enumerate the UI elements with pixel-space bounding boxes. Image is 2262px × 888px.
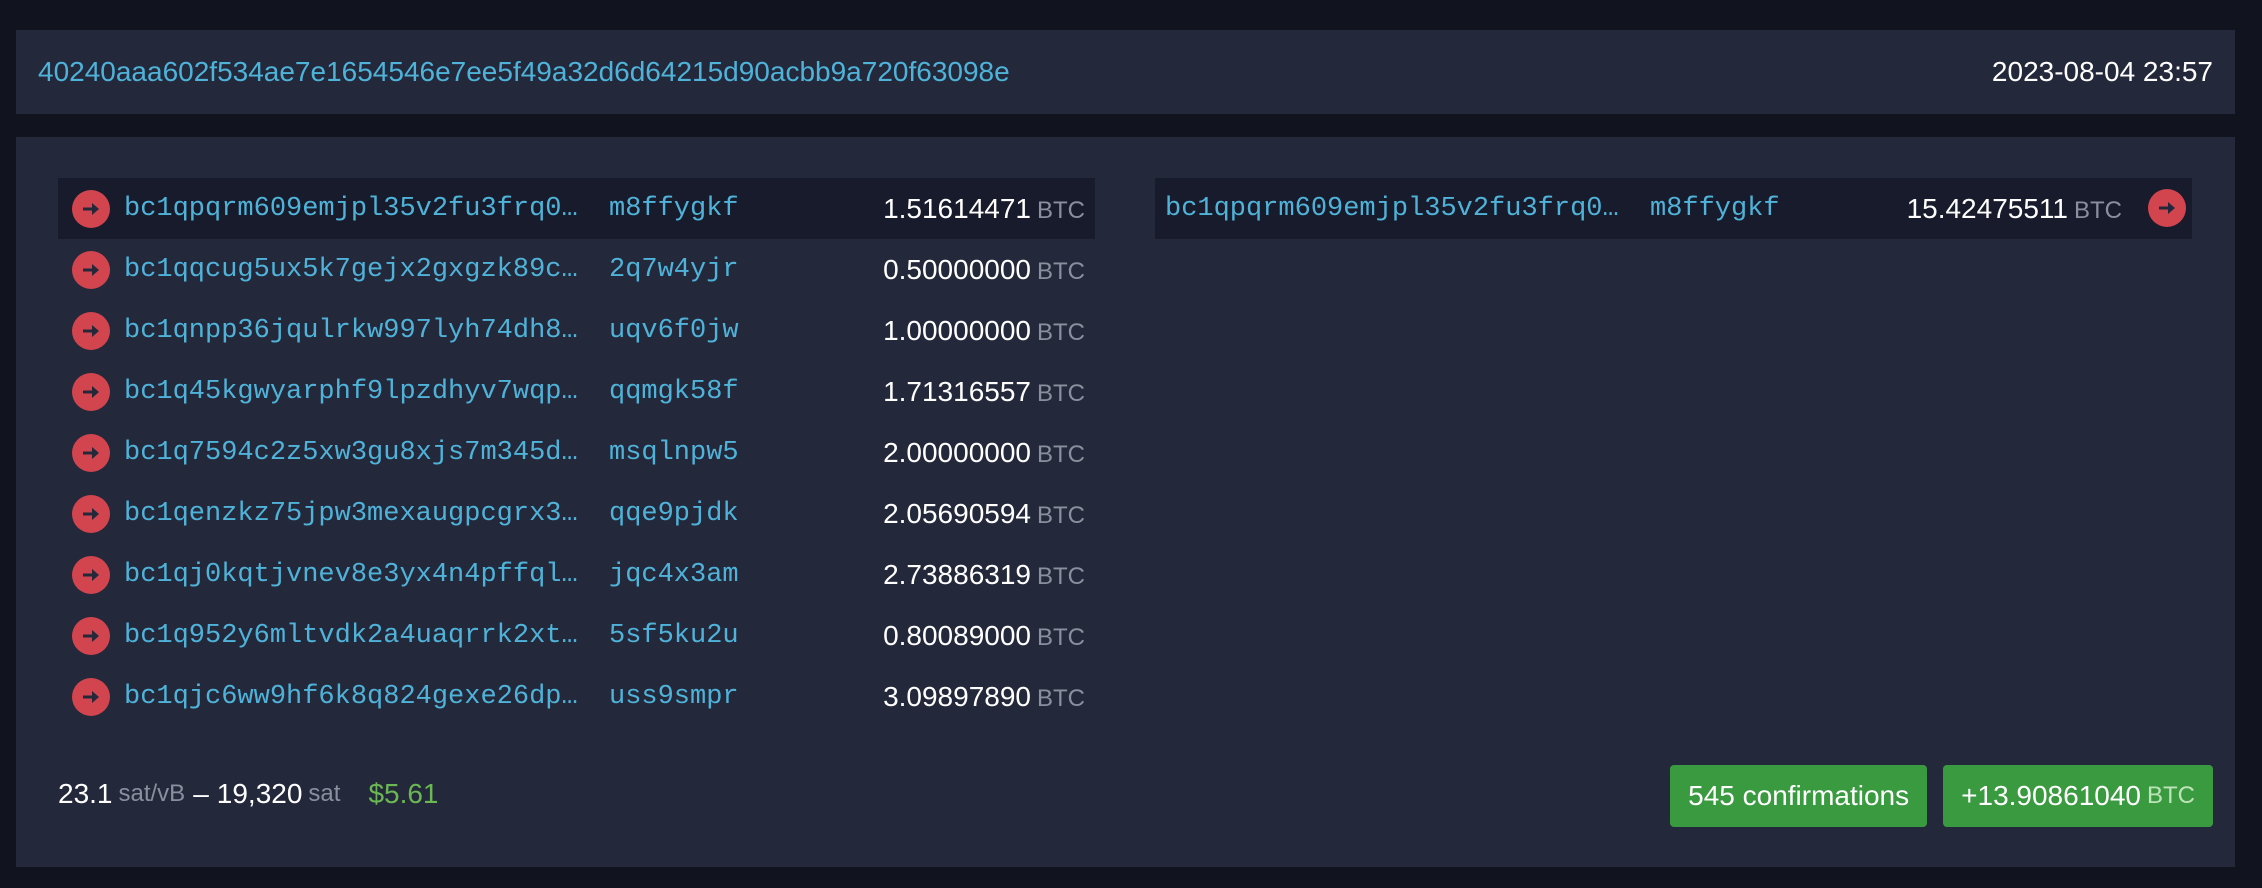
address-suffix: m8ffygkf — [1650, 193, 1780, 224]
address-link[interactable]: bc1q952y6mltvdk2a4uaqrrk2xt… 5sf5ku2u — [124, 621, 739, 651]
amount: 0.50000000 BTC — [883, 254, 1085, 286]
amount: 2.05690594 BTC — [883, 498, 1085, 530]
fee-unit: sat — [308, 780, 341, 807]
address-link[interactable]: bc1qenzkz75jpw3mexaugpcgrx3… qqe9pjdk — [124, 499, 739, 529]
address-link[interactable]: bc1qpqrm609emjpl35v2fu3frq0… m8ffygkf — [1165, 194, 1780, 224]
arrow-right-circle-icon[interactable] — [72, 555, 110, 594]
input-row: bc1q952y6mltvdk2a4uaqrrk2xt… 5sf5ku2u 0.80… — [58, 605, 1095, 666]
fee-rate: 23.1 — [58, 778, 113, 809]
net-amount-unit: BTC — [2147, 782, 2195, 809]
amount: 1.71316557 BTC — [883, 376, 1085, 408]
address-prefix: bc1qj0kqtjvnev8e3yx4n4pffql… — [124, 559, 578, 590]
arrow-right-circle-icon[interactable] — [72, 250, 110, 289]
amount-value: 3.09897890 — [883, 680, 1031, 712]
address-link[interactable]: bc1qj0kqtjvnev8e3yx4n4pffql… jqc4x3am — [124, 560, 739, 590]
outputs-list: bc1qpqrm609emjpl35v2fu3frq0… m8ffygkf 15.4… — [1155, 178, 2192, 239]
amount: 1.51614471 BTC — [883, 193, 1085, 225]
address-suffix: uss9smpr — [609, 681, 739, 712]
input-row: bc1q45kgwyarphf9lpzdhyv7wqp… qqmgk58f 1.71… — [58, 361, 1095, 422]
arrow-right-circle-icon[interactable] — [72, 372, 110, 411]
inputs-list: bc1qpqrm609emjpl35v2fu3frq0… m8ffygkf 1.51… — [58, 178, 1095, 727]
arrow-right-circle-icon[interactable] — [2148, 189, 2186, 227]
amount-unit: BTC — [1037, 562, 1085, 590]
address-prefix: bc1q952y6mltvdk2a4uaqrrk2xt… — [124, 620, 578, 651]
amount: 3.09897890 BTC — [883, 681, 1085, 713]
amount-value: 2.73886319 — [883, 558, 1031, 590]
transaction-timestamp: 2023-08-04 23:57 — [1991, 56, 2213, 87]
fee-rate-unit: sat/vB — [118, 780, 186, 807]
address-suffix: 5sf5ku2u — [609, 620, 739, 651]
arrow-right-circle-icon[interactable] — [72, 189, 110, 228]
address-prefix: bc1q7594c2z5xw3gu8xjs7m345d… — [124, 437, 578, 468]
amount-value: 1.71316557 — [883, 375, 1031, 407]
confirmations-text: 545 confirmations — [1688, 780, 1910, 811]
amount-value: 1.51614471 — [883, 192, 1031, 224]
input-row: bc1qj0kqtjvnev8e3yx4n4pffql… jqc4x3am 2.73… — [58, 544, 1095, 605]
address-suffix: msqlnpw5 — [609, 437, 739, 468]
address-link[interactable]: bc1qnpp36jqulrkw997lyh74dh8… uqv6f0jw — [124, 316, 739, 346]
amount-unit: BTC — [2074, 196, 2122, 224]
amount-value: 0.50000000 — [883, 253, 1031, 285]
arrow-right-circle-icon[interactable] — [72, 616, 110, 655]
fee-amount: 19,320 — [216, 778, 303, 809]
amount-unit: BTC — [1037, 440, 1085, 468]
address-prefix: bc1qnpp36jqulrkw997lyh74dh8… — [124, 315, 578, 346]
amount: 15.42475511 BTC — [1907, 193, 2122, 225]
amount-unit: BTC — [1037, 379, 1085, 407]
amount-unit: BTC — [1037, 623, 1085, 651]
address-suffix: 2q7w4yjr — [609, 254, 739, 285]
fee-info: 23.1 sat/vB – 19,320 sat $5.61 — [58, 763, 439, 825]
input-row: bc1qnpp36jqulrkw997lyh74dh8… uqv6f0jw 1.00… — [58, 300, 1095, 361]
amount-value: 15.42475511 — [1906, 192, 2068, 224]
amount-value: 0.80089000 — [883, 619, 1031, 651]
transaction-id-link[interactable]: 40240aaa602f534ae7e1654546e7ee5f49a32d6d… — [38, 56, 1010, 88]
arrow-right-circle-icon[interactable] — [72, 677, 110, 716]
address-prefix: bc1qpqrm609emjpl35v2fu3frq0… — [1165, 193, 1619, 224]
address-prefix: bc1qjc6ww9hf6k8q824gexe26dp… — [124, 681, 578, 712]
arrow-right-circle-icon[interactable] — [72, 433, 110, 472]
amount-unit: BTC — [1037, 257, 1085, 285]
fee-fiat-value: $5.61 — [368, 778, 439, 809]
input-row: bc1q7594c2z5xw3gu8xjs7m345d… msqlnpw5 2.00… — [58, 422, 1095, 483]
input-row: bc1qjc6ww9hf6k8q824gexe26dp… uss9smpr 3.09… — [58, 666, 1095, 727]
net-amount-badge: +13.90861040 BTC — [1943, 765, 2213, 827]
transaction-header: 40240aaa602f534ae7e1654546e7ee5f49a32d6d… — [16, 30, 2235, 114]
address-link[interactable]: bc1qjc6ww9hf6k8q824gexe26dp… uss9smpr — [124, 682, 739, 712]
arrow-right-circle-icon[interactable] — [72, 494, 110, 533]
confirmations-badge: 545 confirmations — [1670, 765, 1928, 827]
address-suffix: qqe9pjdk — [609, 498, 739, 529]
input-row: bc1qpqrm609emjpl35v2fu3frq0… m8ffygkf 1.51… — [58, 178, 1095, 239]
amount: 2.73886319 BTC — [883, 559, 1085, 591]
input-row: bc1qenzkz75jpw3mexaugpcgrx3… qqe9pjdk 2.05… — [58, 483, 1095, 544]
address-prefix: bc1qpqrm609emjpl35v2fu3frq0… — [124, 193, 578, 224]
address-link[interactable]: bc1q45kgwyarphf9lpzdhyv7wqp… qqmgk58f — [124, 377, 739, 407]
amount-unit: BTC — [1037, 501, 1085, 529]
address-prefix: bc1qenzkz75jpw3mexaugpcgrx3… — [124, 498, 578, 529]
address-link[interactable]: bc1q7594c2z5xw3gu8xjs7m345d… msqlnpw5 — [124, 438, 739, 468]
amount: 0.80089000 BTC — [883, 620, 1085, 652]
amount-value: 2.00000000 — [883, 436, 1031, 468]
amount-value: 2.05690594 — [883, 497, 1031, 529]
input-row: bc1qqcug5ux5k7gejx2gxgzk89c… 2q7w4yjr 0.50… — [58, 239, 1095, 300]
address-link[interactable]: bc1qpqrm609emjpl35v2fu3frq0… m8ffygkf — [124, 194, 739, 224]
status-badges: 545 confirmations +13.90861040 BTC — [1670, 765, 2213, 827]
address-prefix: bc1q45kgwyarphf9lpzdhyv7wqp… — [124, 376, 578, 407]
address-suffix: jqc4x3am — [609, 559, 739, 590]
address-suffix: uqv6f0jw — [609, 315, 739, 346]
net-amount-value: +13.90861040 — [1961, 780, 2141, 811]
amount: 2.00000000 BTC — [883, 437, 1085, 469]
output-row: bc1qpqrm609emjpl35v2fu3frq0… m8ffygkf 15.4… — [1155, 178, 2192, 239]
amount-unit: BTC — [1037, 318, 1085, 346]
address-prefix: bc1qqcug5ux5k7gejx2gxgzk89c… — [124, 254, 578, 285]
amount-value: 1.00000000 — [883, 314, 1031, 346]
transaction-box: bc1qpqrm609emjpl35v2fu3frq0… m8ffygkf 1.51… — [16, 137, 2235, 867]
address-suffix: m8ffygkf — [609, 193, 739, 224]
amount-unit: BTC — [1037, 684, 1085, 712]
address-link[interactable]: bc1qqcug5ux5k7gejx2gxgzk89c… 2q7w4yjr — [124, 255, 739, 285]
arrow-right-circle-icon[interactable] — [72, 311, 110, 350]
fee-separator: – — [193, 778, 209, 809]
amount-unit: BTC — [1037, 196, 1085, 224]
address-suffix: qqmgk58f — [609, 376, 739, 407]
amount: 1.00000000 BTC — [883, 315, 1085, 347]
